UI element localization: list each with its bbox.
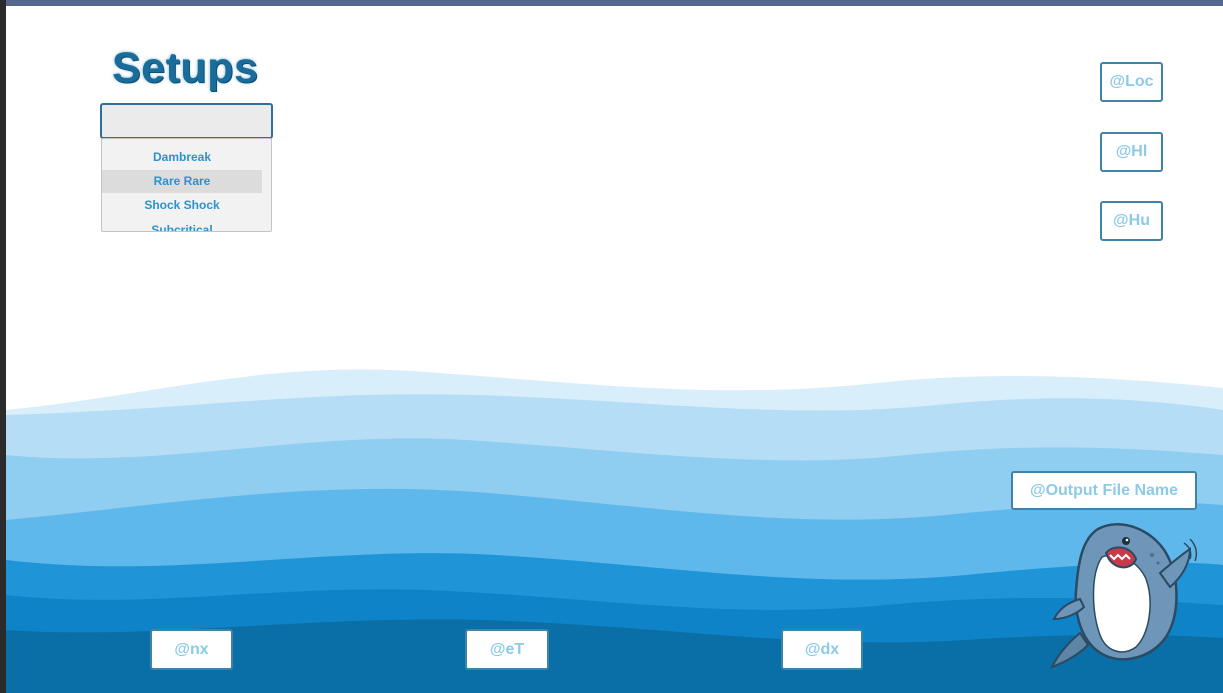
setups-title: Setups xyxy=(112,44,259,92)
setups-dropdown-list: Dambreak Rare Rare Shock Shock Subcritic… xyxy=(101,138,272,232)
setups-option-shock-shock[interactable]: Shock Shock xyxy=(102,194,262,217)
setups-option-subcritical[interactable]: Subcritical xyxy=(102,219,262,231)
shark-mascot-icon xyxy=(1049,523,1198,669)
et-button[interactable]: @eT xyxy=(465,629,549,670)
hu-button[interactable]: @Hu xyxy=(1100,201,1163,241)
setups-option-dambreak[interactable]: Dambreak xyxy=(102,146,262,169)
nx-button[interactable]: @nx xyxy=(150,629,233,670)
output-file-name-button[interactable]: @Output File Name xyxy=(1011,471,1197,510)
hl-button[interactable]: @Hl xyxy=(1100,132,1163,172)
loc-button[interactable]: @Loc xyxy=(1100,62,1163,102)
setups-option-rare-rare[interactable]: Rare Rare xyxy=(102,170,262,193)
dx-button[interactable]: @dx xyxy=(781,629,863,670)
setups-combobox[interactable] xyxy=(100,103,273,139)
